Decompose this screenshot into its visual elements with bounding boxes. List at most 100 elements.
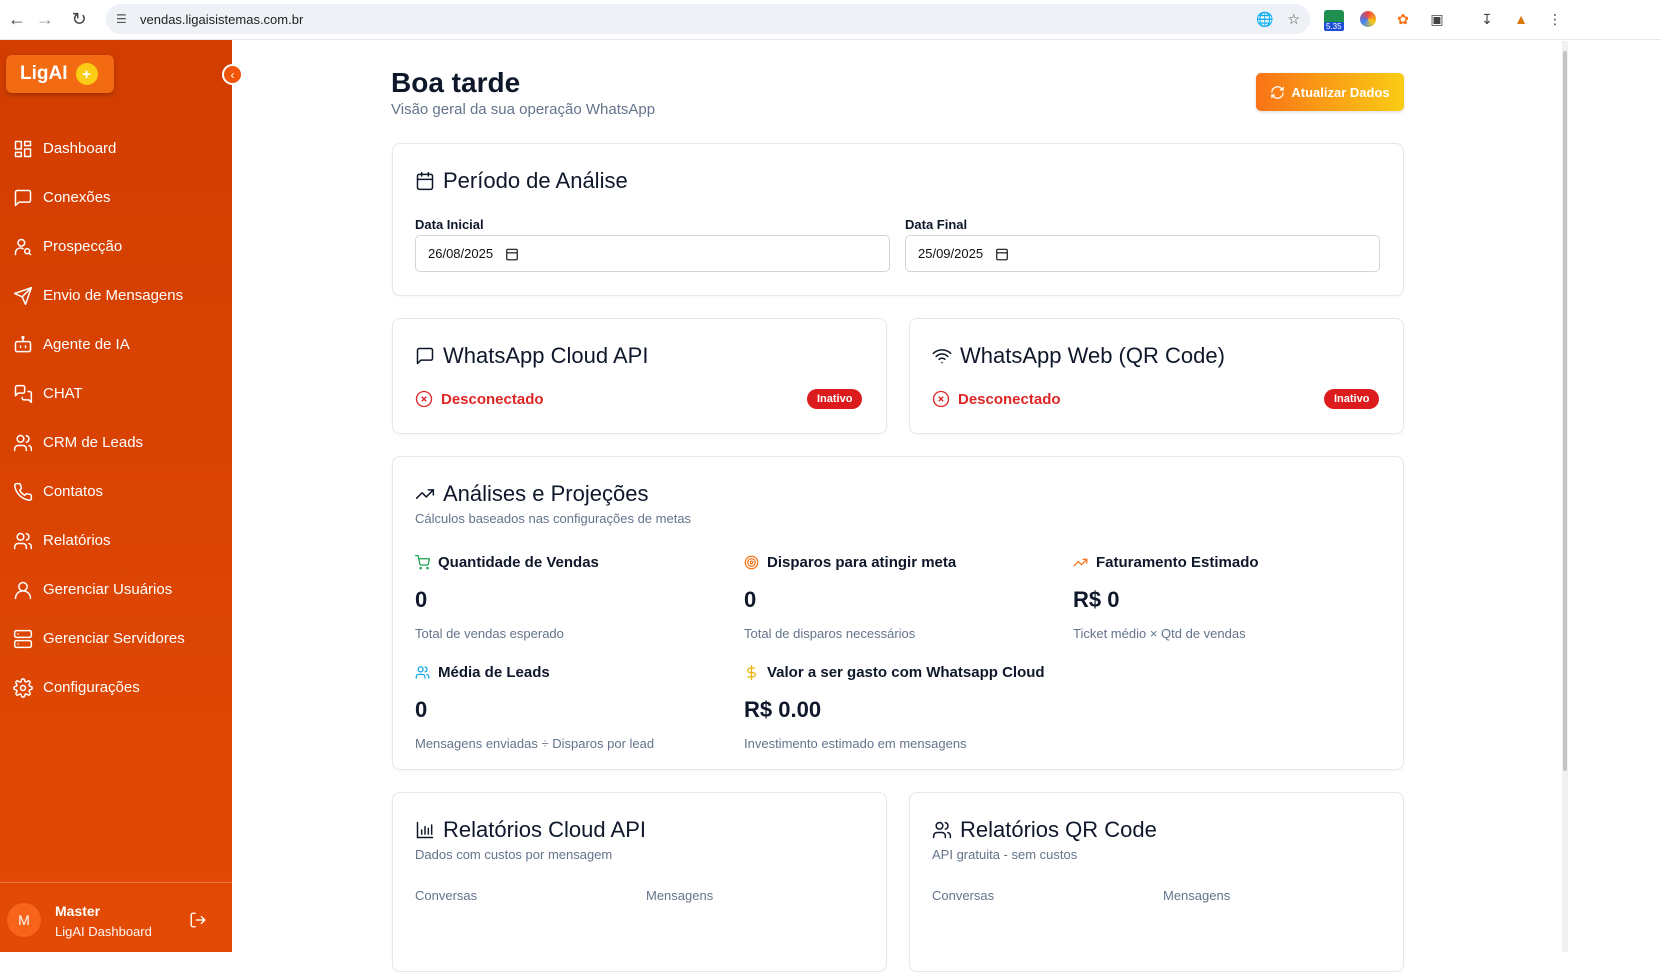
metric-value: 0 (744, 587, 757, 612)
status-badge: Inativo (807, 389, 863, 409)
users-icon (415, 665, 430, 679)
shopping-cart-icon (415, 554, 430, 569)
dollar-sign-icon (747, 664, 756, 680)
calendar-icon (416, 171, 434, 191)
qr-reports-title: Relatórios QR Code (932, 817, 1157, 843)
extension-calendar-icon[interactable]: 5.35 (1323, 8, 1345, 31)
qr-code-title: WhatsApp Web (QR Code) (932, 343, 1225, 369)
profile-icon[interactable]: ▲ (1510, 8, 1532, 30)
dashboard-grid-icon (14, 140, 32, 157)
sidebar-item-gerenciar-usuarios[interactable]: Gerenciar Usuários (0, 565, 232, 614)
metric-value: 0 (415, 697, 428, 722)
calendar-picker-icon[interactable] (505, 247, 519, 261)
message-square-icon (14, 189, 32, 206)
metric-label: Valor a ser gasto com Whatsapp Cloud (767, 663, 1045, 681)
sidebar-item-gerenciar-servidores[interactable]: Gerenciar Servidores (0, 614, 232, 663)
extension-flame-icon[interactable]: ✿ (1392, 8, 1414, 30)
sidebar-item-crm-leads[interactable]: CRM de Leads (0, 418, 232, 467)
sidebar-item-label: Conexões (43, 189, 111, 206)
cloud-reports-title-text: Relatórios Cloud API (443, 817, 646, 842)
messages-label: Mensagens (646, 888, 714, 903)
site-info-icon[interactable]: ☰ (116, 12, 127, 26)
refresh-data-button[interactable]: Atualizar Dados (1256, 73, 1404, 111)
metric-description: Total de disparos necessários (744, 626, 916, 641)
cloud-reports-subtitle: Dados com custos por mensagem (415, 847, 613, 862)
reload-icon[interactable]: ↻ (62, 2, 96, 36)
target-icon (744, 555, 759, 569)
start-date-input[interactable]: 26/08/2025 (415, 235, 890, 272)
end-date-value: 25/09/2025 (918, 246, 984, 261)
forward-icon[interactable]: → (28, 2, 62, 36)
metric-value: R$ 0 (1073, 587, 1120, 612)
sidebar-item-conexoes[interactable]: Conexões (0, 173, 232, 222)
address-bar[interactable]: ☰ vendas.ligaisistemas.com.br 🌐 ☆ (106, 4, 1310, 34)
qr-reports-subtitle: API gratuita - sem custos (932, 847, 1078, 862)
sidebar-item-label: Relatórios (43, 532, 111, 549)
page-scrollbar[interactable] (1562, 41, 1568, 952)
period-title-text: Período de Análise (443, 168, 628, 193)
send-icon (13, 286, 33, 305)
sidebar-item-label: Gerenciar Usuários (43, 581, 173, 598)
sidebar-item-label: Envio de Mensagens (43, 287, 184, 304)
scrollbar-thumb[interactable] (1563, 51, 1567, 771)
avatar[interactable]: M (7, 903, 41, 937)
logo[interactable]: LigAI + (6, 55, 114, 93)
messages-label: Mensagens (1163, 888, 1231, 903)
sidebar-item-dashboard[interactable]: Dashboard (0, 124, 232, 173)
analysis-subtitle: Cálculos baseados nas configurações de m… (415, 511, 692, 526)
extension-badge: 5.35 (1324, 22, 1344, 31)
sidebar-collapse-button[interactable]: ‹ (222, 64, 243, 85)
user-profile: M Master LigAI Dashboard (0, 882, 232, 952)
translate-icon[interactable]: 🌐 (1256, 11, 1273, 28)
qr-code-status-text: Desconectado (958, 390, 1061, 408)
metric-sales-quantity: Quantidade de Vendas 0 Total de vendas e… (415, 552, 735, 641)
cloud-api-title-text: WhatsApp Cloud API (443, 343, 649, 368)
analysis-title-text: Análises e Projeções (443, 481, 649, 506)
metric-label: Quantidade de Vendas (438, 553, 599, 571)
logout-icon[interactable] (189, 911, 207, 929)
metric-estimated-revenue: Faturamento Estimado R$ 0 Ticket médio ×… (1073, 552, 1393, 642)
bookmark-star-icon[interactable]: ☆ (1287, 11, 1300, 28)
sidebar-item-agente-ia[interactable]: Agente de IA (0, 320, 232, 369)
users-icon (13, 434, 33, 451)
metric-description: Ticket médio × Qtd de vendas (1073, 626, 1246, 641)
conversations-label: Conversas (932, 888, 995, 903)
extensions-puzzle-icon[interactable]: ▣ (1426, 8, 1448, 30)
metric-description: Mensagens enviadas ÷ Disparos por lead (415, 736, 655, 751)
analysis-title: Análises e Projeções (415, 481, 648, 507)
sidebar-item-envio-mensagens[interactable]: Envio de Mensagens (0, 271, 232, 320)
extension-color-icon[interactable] (1357, 8, 1379, 30)
cloud-api-status-text: Desconectado (441, 390, 544, 408)
metric-value: 0 (415, 587, 428, 612)
sidebar-item-chat[interactable]: CHAT (0, 369, 232, 418)
x-circle-icon (415, 390, 433, 408)
sidebar-menu: Dashboard Conexões Prospecção Envio de M… (0, 124, 232, 712)
sidebar-item-contatos[interactable]: Contatos (0, 467, 232, 516)
sidebar-item-label: Prospecção (43, 238, 123, 255)
calendar-picker-icon[interactable] (995, 247, 1009, 261)
users-report-icon (13, 532, 33, 549)
sidebar-item-label: Gerenciar Servidores (43, 630, 185, 647)
qr-code-reports-card: Relatórios QR Code API gratuita - sem cu… (909, 792, 1404, 972)
main-content: Boa tarde Visão geral da sua operação Wh… (232, 41, 1562, 972)
sidebar-item-prospeccao[interactable]: Prospecção (0, 222, 232, 271)
sidebar-item-label: CHAT (43, 385, 83, 402)
refresh-icon (1271, 85, 1285, 99)
sidebar-item-label: Configurações (43, 679, 140, 696)
browser-menu-icon[interactable]: ⋮ (1544, 8, 1566, 30)
trending-up-icon (415, 489, 435, 499)
gear-icon (13, 677, 33, 698)
end-date-input[interactable]: 25/09/2025 (905, 235, 1380, 272)
status-badge: Inativo (1324, 389, 1380, 409)
analysis-card: Análises e Projeções Cálculos baseados n… (392, 456, 1404, 770)
server-icon (13, 629, 33, 648)
sidebar-item-relatorios[interactable]: Relatórios (0, 516, 232, 565)
metric-label: Disparos para atingir meta (767, 553, 957, 571)
phone-icon (14, 482, 33, 501)
metric-label: Faturamento Estimado (1096, 553, 1259, 571)
browser-toolbar: ← → ↻ ☰ vendas.ligaisistemas.com.br 🌐 ☆ … (0, 0, 1661, 40)
user-icon (14, 581, 32, 599)
download-icon[interactable]: ↧ (1476, 8, 1498, 30)
sidebar-item-label: Agente de IA (43, 336, 130, 353)
sidebar-item-configuracoes[interactable]: Configurações (0, 663, 232, 712)
